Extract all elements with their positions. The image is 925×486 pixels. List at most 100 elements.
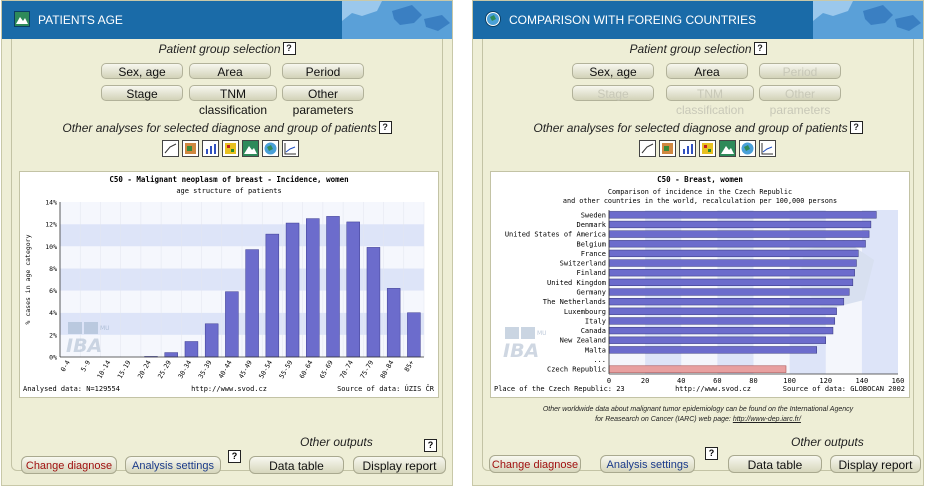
bar: [608, 249, 859, 258]
logo-small-text: MU: [537, 330, 547, 337]
display-report-button[interactable]: Display report: [353, 456, 446, 474]
stage-button[interactable]: Stage: [101, 85, 183, 101]
trend-icon[interactable]: [759, 140, 776, 157]
bar: [366, 247, 381, 358]
iba-logo: MU IBA: [503, 327, 547, 362]
category-label: Canada: [581, 327, 606, 335]
line-chart-icon[interactable]: [639, 140, 656, 157]
world-map-decoration: [342, 1, 452, 39]
display-report-button[interactable]: Display report: [830, 455, 921, 473]
analysis-icons: [639, 140, 779, 158]
bar: [608, 317, 836, 325]
y-tick-label: 0%: [49, 354, 57, 362]
area-button[interactable]: Area: [189, 63, 271, 79]
y-tick-label: 2%: [49, 331, 57, 339]
table-icon[interactable]: [222, 140, 239, 157]
logo-small-text: MU: [100, 325, 110, 332]
x-tick-label: 30-34: [176, 359, 193, 380]
bar: [608, 230, 870, 238]
category-label: Belgium: [576, 240, 606, 248]
category-label: ...: [593, 356, 606, 364]
sex-age-button[interactable]: Sex, age: [572, 63, 654, 79]
x-tick-label: 40-44: [217, 359, 234, 380]
globe-icon[interactable]: [739, 140, 756, 157]
category-label: Finland: [576, 269, 606, 277]
stage-button: Stage: [572, 85, 654, 101]
area-button[interactable]: Area: [666, 63, 748, 79]
panel-title: COMPARISON WITH FOREING COUNTRIES: [509, 13, 757, 27]
chart-subtitle: and other countries in the world, recalc…: [563, 197, 837, 205]
category-label: Germany: [576, 289, 606, 297]
analysis-settings-button[interactable]: Analysis settings: [600, 455, 695, 473]
sex-age-button[interactable]: Sex, age: [101, 63, 183, 79]
category-label: New Zealand: [560, 337, 606, 345]
x-tick-label: 40: [677, 377, 685, 385]
bar: [306, 218, 320, 358]
x-tick-label: 85+: [403, 359, 416, 373]
foreign-comparison-panel: COMPARISON WITH FOREING COUNTRIES Patien…: [472, 0, 924, 486]
bar-chart-icon[interactable]: [679, 140, 696, 157]
analysis-settings-button[interactable]: Analysis settings: [125, 456, 221, 474]
other-outputs-label: Other outputs: [300, 435, 373, 449]
x-tick-label: 5-9: [79, 359, 92, 373]
x-tick-label: 25-29: [156, 359, 173, 380]
line-chart-icon[interactable]: [162, 140, 179, 157]
bar: [608, 346, 817, 354]
y-axis-label: % cases in age category: [24, 234, 32, 324]
help-icon[interactable]: ?: [282, 42, 296, 55]
bar: [608, 298, 845, 306]
x-tick-label: 60-64: [298, 359, 315, 380]
change-diagnose-button[interactable]: Change diagnose: [21, 456, 117, 474]
help-icon[interactable]: ?: [753, 42, 767, 55]
bar: [608, 278, 854, 286]
help-icon[interactable]: ?: [705, 447, 718, 460]
period-button: Period: [759, 63, 841, 79]
bar: [608, 326, 834, 335]
patients-age-panel: PATIENTS AGE Patient group selection? Se…: [1, 0, 453, 486]
other-parameters-button[interactable]: Other parameters: [282, 85, 364, 117]
y-tick-label: 10%: [45, 243, 57, 251]
table-icon[interactable]: [699, 140, 716, 157]
panel-header: PATIENTS AGE: [2, 1, 452, 39]
help-icon[interactable]: ?: [378, 121, 392, 134]
note-line: Other worldwide data about malignant tum…: [542, 406, 854, 413]
x-tick-label: 45-49: [237, 359, 254, 380]
category-label: Switzerland: [560, 260, 606, 268]
bar: [346, 221, 360, 358]
mountain-chart-icon: [14, 11, 30, 27]
analysis-icons: [162, 140, 302, 158]
x-tick-label: 35-39: [197, 359, 214, 380]
map-icon[interactable]: [659, 140, 676, 157]
data-table-button[interactable]: Data table: [728, 455, 822, 473]
change-diagnose-button[interactable]: Change diagnose: [489, 455, 581, 473]
x-tick-label: 50-54: [257, 359, 274, 380]
footer-url: http://www.svod.cz: [191, 385, 267, 393]
country-chart-panel: C50 - Breast, women Comparison of inciden…: [490, 171, 910, 398]
period-button[interactable]: Period: [282, 63, 364, 79]
y-tick-label: 8%: [49, 265, 57, 273]
group-selection-label: Patient group selection?: [473, 42, 923, 56]
x-tick-label: 100: [783, 377, 796, 385]
map-icon[interactable]: [182, 140, 199, 157]
help-icon[interactable]: ?: [228, 450, 241, 463]
globe-icon[interactable]: [262, 140, 279, 157]
x-tick-label: 80: [749, 377, 757, 385]
x-tick-label: 55-59: [278, 359, 295, 380]
data-table-button[interactable]: Data table: [249, 456, 344, 474]
iarc-link[interactable]: http://www-dep.iarc.fr/: [733, 416, 801, 423]
help-icon[interactable]: ?: [424, 439, 437, 452]
x-tick-label: 65-69: [318, 359, 335, 380]
bar: [608, 307, 837, 315]
country-comparison-chart: C50 - Breast, women Comparison of inciden…: [494, 175, 905, 393]
age-chart-panel: C50 - Malignant neoplasm of breast - Inc…: [19, 171, 439, 398]
trend-icon[interactable]: [282, 140, 299, 157]
mountain-icon[interactable]: [719, 140, 736, 157]
mountain-icon[interactable]: [242, 140, 259, 157]
bar: [225, 291, 239, 358]
help-icon[interactable]: ?: [849, 121, 863, 134]
y-tick-label: 6%: [49, 287, 57, 295]
bar-chart-icon[interactable]: [202, 140, 219, 157]
tnm-classification-button[interactable]: TNM classification: [189, 85, 277, 117]
category-label: Italy: [585, 317, 606, 325]
footer-source: Source of data: ÚZIS ČR: [337, 384, 435, 393]
